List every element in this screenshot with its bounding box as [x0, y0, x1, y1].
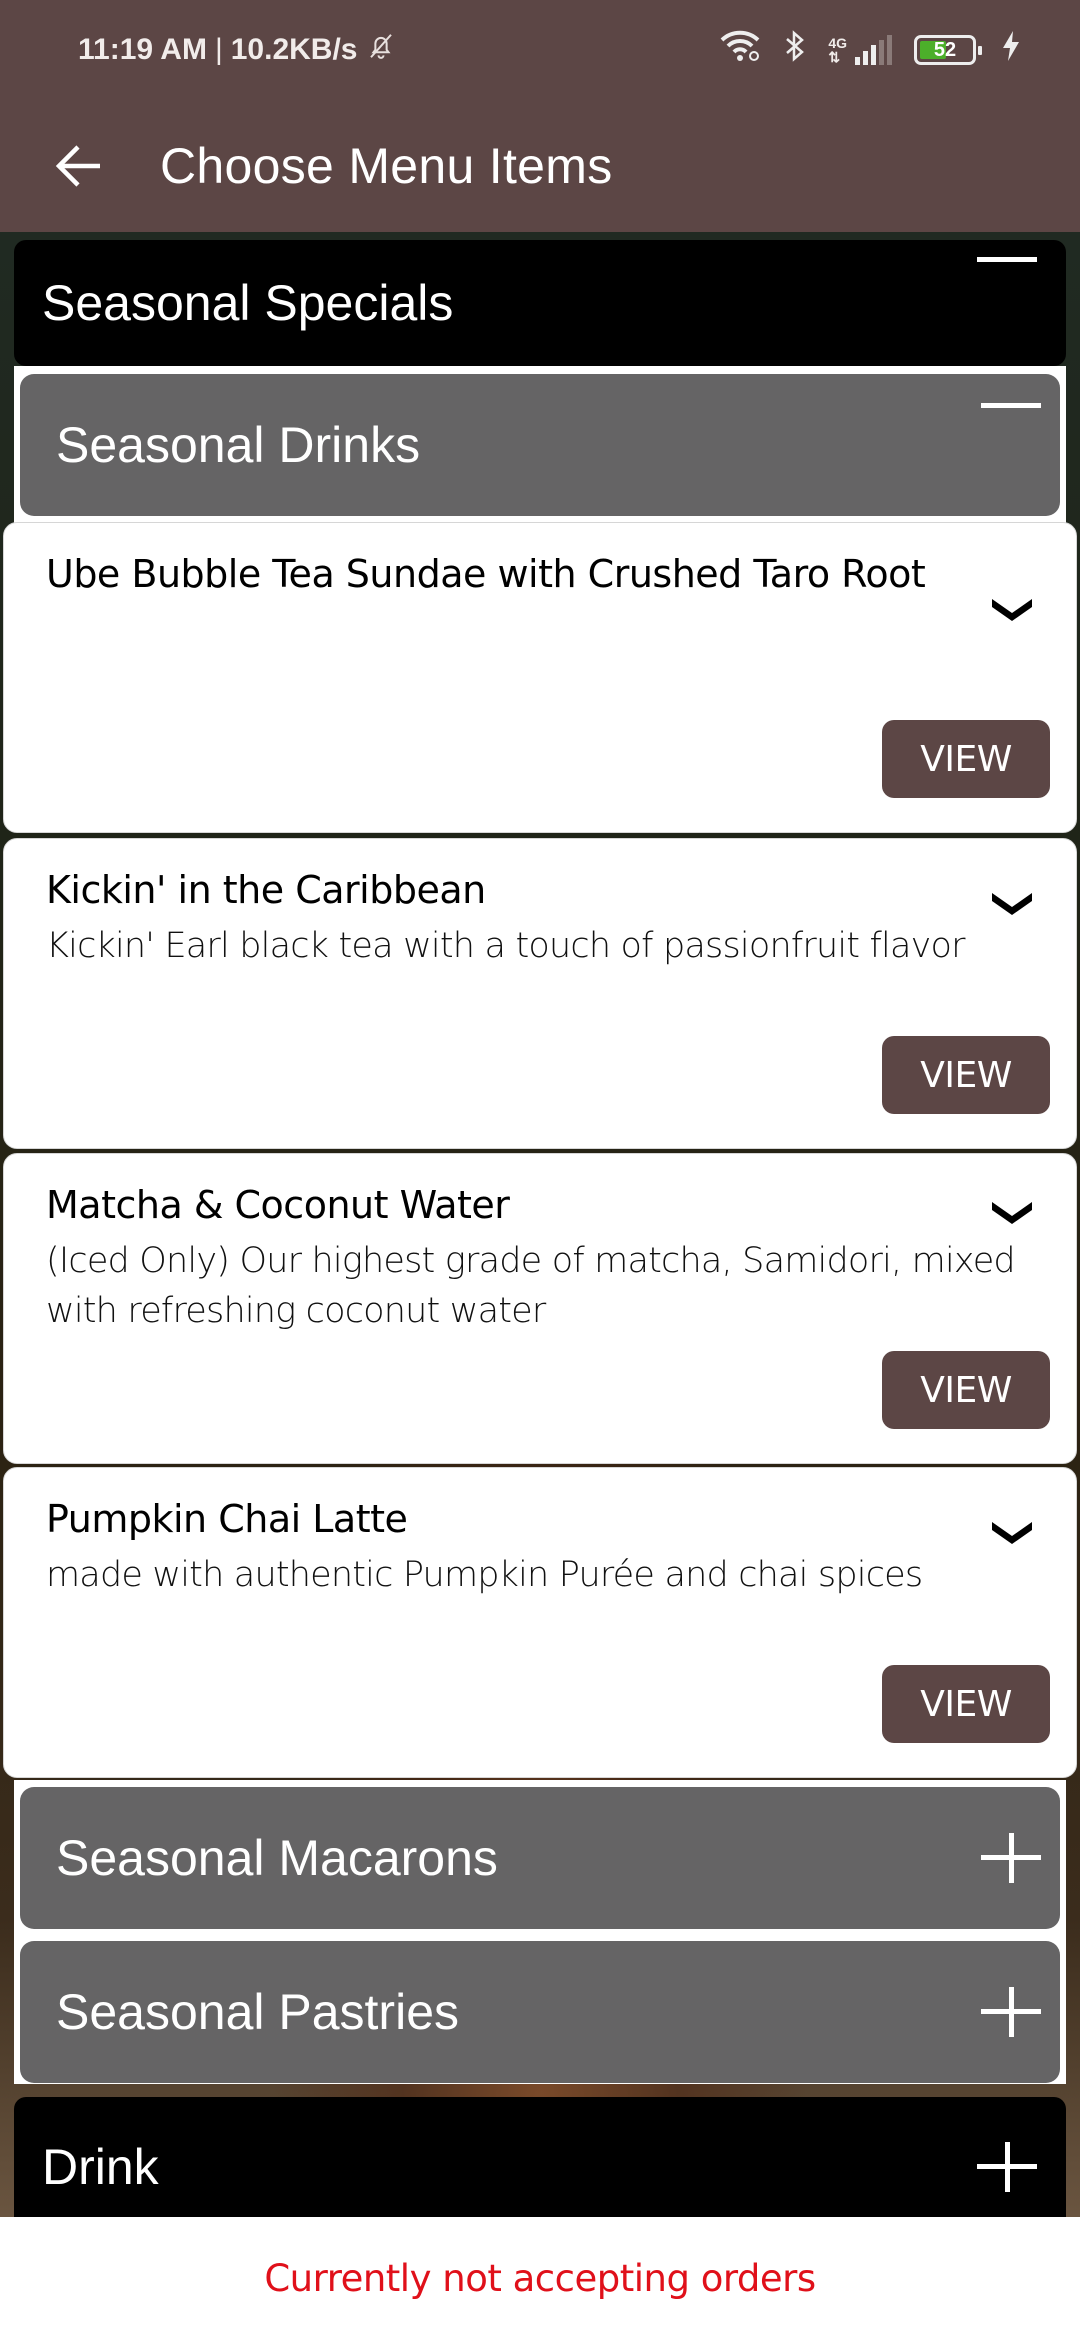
subcategory-header-seasonal-drinks[interactable]: Seasonal Drinks [20, 374, 1060, 516]
footer: Currently not accepting orders [0, 2217, 1080, 2340]
mute-bell-icon [366, 31, 396, 69]
app-bar: Choose Menu Items [0, 100, 1080, 232]
item-description: (Iced Only) Our highest grade of matcha,… [46, 1241, 1016, 1331]
network-type: 4G ⇅ [828, 35, 847, 65]
item-title: Kickin' in the Caribbean [46, 868, 486, 912]
category-label: Drink [42, 2139, 159, 2195]
subcategory-label: Seasonal Pastries [56, 1984, 460, 2040]
menu-item-card: Matcha & Coconut Water (Iced Only) Our h… [3, 1153, 1077, 1464]
category-header-drink[interactable]: Drink [14, 2097, 1066, 2237]
expand-icon[interactable] [976, 1977, 1046, 2047]
subcategory-header-seasonal-macarons[interactable]: Seasonal Macarons [20, 1787, 1060, 1929]
status-bar: 11:19 AM | 10.2KB/s 4G ⇅ 52 [0, 0, 1080, 100]
expand-icon[interactable] [972, 2132, 1042, 2202]
item-title: Ube Bubble Tea Sundae with Crushed Taro … [46, 552, 926, 596]
menu-item-card: Kickin' in the Caribbean Kickin' Earl bl… [3, 838, 1077, 1149]
chevron-down-icon[interactable] [990, 595, 1034, 623]
battery-icon: 52 [914, 35, 982, 65]
battery-level: 52 [933, 38, 957, 61]
view-button[interactable]: VIEW [882, 1036, 1050, 1114]
chevron-down-icon[interactable] [990, 1518, 1034, 1546]
collapse-icon[interactable] [972, 247, 1042, 317]
arrow-left-icon [55, 145, 100, 187]
chevron-down-icon[interactable] [990, 1198, 1034, 1226]
item-description: Kickin' Earl black tea with a touch of p… [46, 926, 966, 966]
wifi-icon [718, 30, 762, 70]
menu-item-card: Ube Bubble Tea Sundae with Crushed Taro … [3, 522, 1077, 833]
view-button[interactable]: VIEW [882, 720, 1050, 798]
page-title: Choose Menu Items [160, 138, 613, 194]
view-button[interactable]: VIEW [882, 1665, 1050, 1743]
status-net-speed: 10.2KB/s [230, 33, 358, 66]
menu-item-card: Pumpkin Chai Latte made with authentic P… [3, 1467, 1077, 1778]
status-separator: | [214, 33, 223, 66]
charging-icon [1002, 31, 1020, 69]
back-button[interactable] [38, 126, 118, 206]
item-title: Matcha & Coconut Water [46, 1183, 510, 1227]
view-button[interactable]: VIEW [882, 1351, 1050, 1429]
order-status-message: Currently not accepting orders [264, 2257, 816, 2300]
item-title: Pumpkin Chai Latte [46, 1497, 408, 1541]
chevron-down-icon[interactable] [990, 889, 1034, 917]
expand-icon[interactable] [976, 1823, 1046, 1893]
bluetooth-icon [784, 30, 806, 70]
subcategory-label: Seasonal Macarons [56, 1830, 498, 1886]
status-time: 11:19 AM [78, 33, 207, 66]
network-type-label: 4G [828, 35, 847, 51]
item-description: made with authentic Pumpkin Purée and ch… [46, 1555, 923, 1595]
subcategory-label: Seasonal Drinks [56, 417, 421, 473]
signal-icon [855, 35, 892, 65]
subcategory-header-seasonal-pastries[interactable]: Seasonal Pastries [20, 1941, 1060, 2083]
collapse-icon[interactable] [976, 393, 1046, 463]
category-header-seasonal-specials[interactable]: Seasonal Specials [14, 240, 1066, 366]
category-label: Seasonal Specials [42, 275, 454, 331]
